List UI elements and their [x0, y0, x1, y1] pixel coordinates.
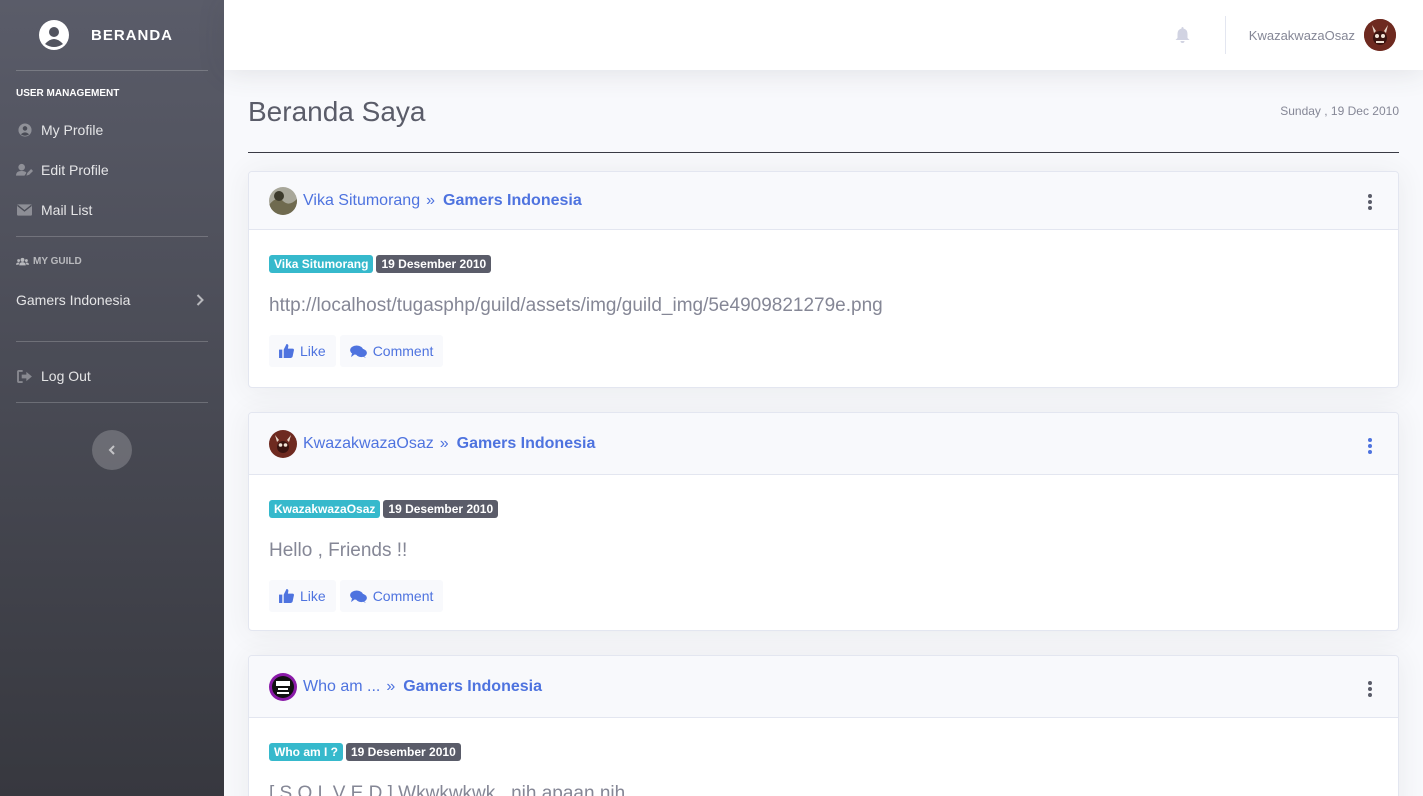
date-badge: 19 Desember 2010: [346, 743, 461, 761]
post-guild-link[interactable]: Gamers Indonesia: [457, 435, 596, 453]
more-options-icon[interactable]: [1368, 194, 1372, 212]
post-author-link[interactable]: Vika Situmorang: [303, 192, 420, 210]
post-card: KwazakwazaOsaz » Gamers Indonesia Kwazak…: [248, 412, 1399, 631]
like-button[interactable]: Like: [269, 580, 336, 612]
thumbs-up-icon: [279, 344, 294, 358]
comment-label: Comment: [372, 588, 434, 604]
avatar[interactable]: [1364, 19, 1396, 51]
breadcrumb-separator: »: [386, 677, 396, 695]
avatar[interactable]: [269, 186, 297, 215]
post-author-link[interactable]: KwazakwazaOsaz: [303, 435, 434, 453]
sidebar-divider: [16, 341, 208, 342]
sidebar-item-logout[interactable]: Log Out: [0, 356, 224, 396]
topbar-divider: [1225, 16, 1226, 54]
chevron-left-icon: [108, 445, 115, 455]
avatar[interactable]: [269, 672, 297, 701]
more-options-icon[interactable]: [1368, 681, 1372, 699]
comment-button[interactable]: Comment: [339, 580, 444, 612]
post-body: Vika Situmorang 19 Desember 2010 http://…: [249, 230, 1398, 387]
sidebar-toggle-button[interactable]: [92, 430, 132, 470]
date-badge: 19 Desember 2010: [383, 500, 499, 518]
like-label: Like: [300, 588, 326, 604]
user-badge: Who am I ?: [269, 743, 343, 761]
avatar[interactable]: [269, 429, 297, 458]
like-label: Like: [300, 343, 326, 359]
page-title: Beranda Saya: [248, 96, 426, 127]
envelope-icon: [16, 202, 33, 219]
user-circle-logo-icon: [39, 20, 69, 50]
post-guild-link[interactable]: Gamers Indonesia: [403, 678, 542, 696]
post-text: Hello , Friends !!: [269, 540, 408, 561]
like-button[interactable]: Like: [269, 335, 336, 367]
comment-button[interactable]: Comment: [339, 335, 444, 367]
sidebar-item-my-profile[interactable]: My Profile: [0, 110, 224, 150]
heading-my-guild-label: MY GUILD: [33, 255, 82, 267]
post-body: Who am I ? 19 Desember 2010 [ S O L V E …: [249, 718, 1398, 796]
user-edit-icon: [16, 162, 33, 179]
thumbs-up-icon: [279, 589, 294, 603]
breadcrumb-separator: »: [439, 434, 449, 452]
topbar: KwazakwazaOsaz: [224, 0, 1423, 70]
page-divider: [248, 152, 1399, 153]
post-header: Who am ... » Gamers Indonesia: [249, 656, 1398, 718]
sign-out-icon: [16, 368, 33, 385]
sidebar-item-label: My Profile: [41, 122, 104, 138]
date-badge: 19 Desember 2010: [376, 255, 492, 273]
comment-label: Comment: [372, 343, 434, 359]
sidebar-item-label: Edit Profile: [41, 162, 109, 178]
sidebar-item-gamers-indonesia[interactable]: Gamers Indonesia: [0, 285, 224, 315]
users-icon: [16, 257, 29, 265]
topbar-username[interactable]: KwazakwazaOsaz: [1249, 28, 1355, 43]
sidebar-divider: [16, 402, 208, 403]
post-author-link[interactable]: Who am ...: [303, 678, 380, 696]
post-header: KwazakwazaOsaz » Gamers Indonesia: [249, 413, 1398, 475]
brand-label: BERANDA: [91, 26, 173, 44]
post-card: Who am ... » Gamers Indonesia Who am I ?…: [248, 655, 1399, 796]
chevron-right-icon: [196, 294, 204, 306]
sidebar-item-edit-profile[interactable]: Edit Profile: [0, 150, 224, 190]
sidebar-item-label: Gamers Indonesia: [16, 292, 131, 308]
comments-icon: [349, 344, 367, 358]
sidebar-brand[interactable]: BERANDA: [0, 0, 224, 70]
post-text: http://localhost/tugasphp/guild/assets/i…: [269, 295, 883, 316]
post-guild-link[interactable]: Gamers Indonesia: [443, 192, 582, 210]
comments-icon: [349, 589, 367, 603]
breadcrumb-separator: »: [426, 191, 436, 209]
sidebar-item-label: Log Out: [41, 368, 91, 384]
post-header: Vika Situmorang » Gamers Indonesia: [249, 172, 1398, 230]
sidebar-item-mail-list[interactable]: Mail List: [0, 190, 224, 230]
heading-my-guild: MY GUILD: [0, 237, 224, 285]
user-circle-icon: [16, 122, 33, 139]
user-badge: Vika Situmorang: [269, 255, 374, 273]
more-options-icon[interactable]: [1368, 438, 1372, 456]
post-body: KwazakwazaOsaz 19 Desember 2010 Hello , …: [249, 475, 1398, 630]
post-text: [ S O L V E D ] Wkwkwkwk , nih apaan nih: [269, 783, 626, 796]
post-card: Vika Situmorang » Gamers Indonesia Vika …: [248, 171, 1399, 388]
page-date: Sunday , 19 Dec 2010: [1280, 104, 1399, 118]
user-badge: KwazakwazaOsaz: [269, 500, 381, 518]
sidebar: BERANDA USER MANAGEMENT My Profile Edit …: [0, 0, 224, 796]
sidebar-item-label: Mail List: [41, 202, 93, 218]
bell-icon[interactable]: [1175, 27, 1190, 43]
